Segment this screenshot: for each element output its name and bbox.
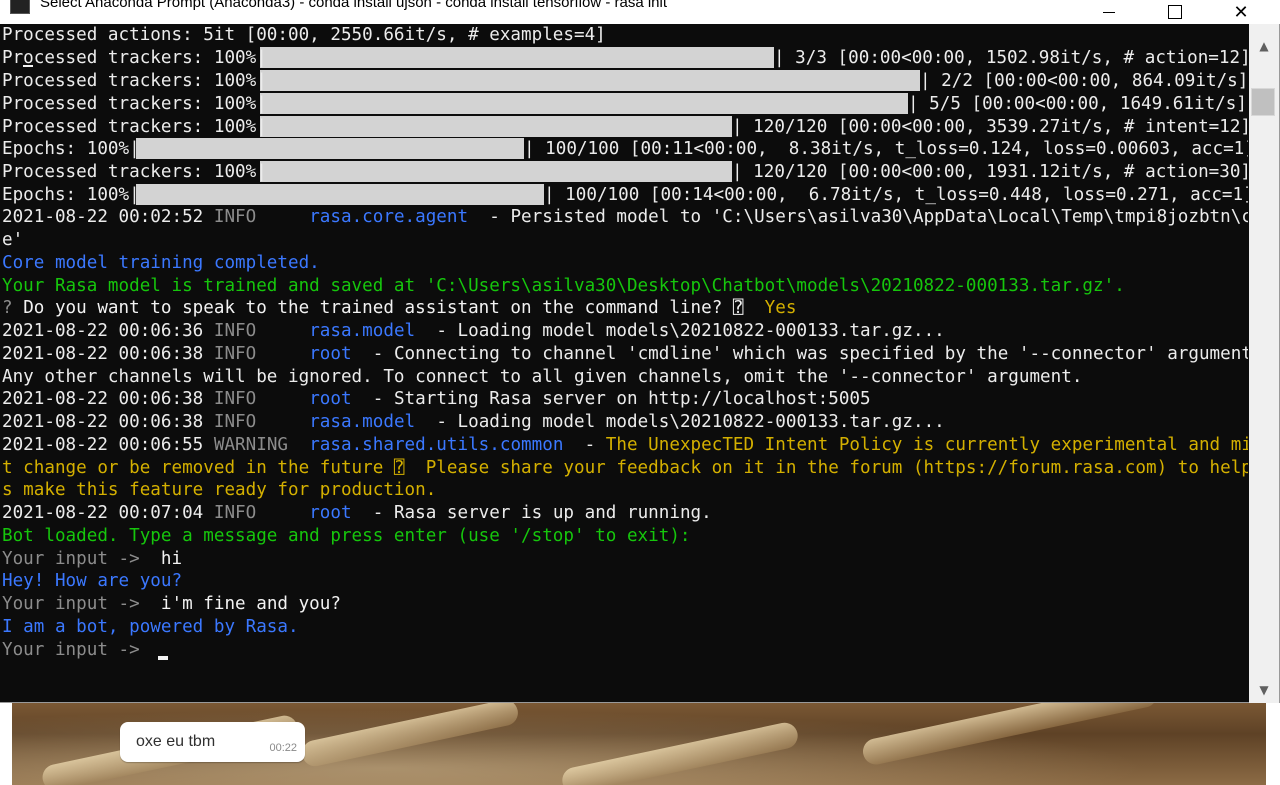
minimize-button[interactable] xyxy=(1086,0,1132,22)
user-input-line: Your input -> i'm fine and you? xyxy=(2,594,341,614)
user-input-line: Your input -> hi xyxy=(2,549,183,569)
console-line: Processed trackers: 100%| xyxy=(2,94,267,114)
console-line: Any other channels will be ignored. To c… xyxy=(2,367,1083,387)
console-line: Epochs: 100%| xyxy=(2,139,140,159)
console-line: Your Rasa model is trained and saved at … xyxy=(2,276,1125,296)
minimize-icon xyxy=(1103,11,1115,13)
console-line: | 100/100 [00:14<00:00, 6.78it/s, t_loss… xyxy=(544,185,1248,205)
console-line: Epochs: 100%| xyxy=(2,185,140,205)
console-line: | 5/5 [00:00<00:00, 1649.61it/s] xyxy=(908,94,1247,114)
console-line: e' xyxy=(2,230,24,250)
log-line: 2021-08-22 00:07:04 INFO root - Rasa ser… xyxy=(2,503,712,523)
desktop-edge-left xyxy=(0,700,12,785)
prompt-question: ? Do you want to speak to the trained as… xyxy=(2,298,797,318)
log-line: 2021-08-22 00:06:38 INFO rasa.model - Lo… xyxy=(2,412,945,432)
scrollbar-thumb[interactable] xyxy=(1251,88,1275,116)
anaconda-prompt-window[interactable]: Select Anaconda Prompt (Anaconda3) - con… xyxy=(0,0,1280,703)
window-title: Select Anaconda Prompt (Anaconda3) - con… xyxy=(40,0,668,11)
console-line: | 3/3 [00:00<00:00, 1502.98it/s, # actio… xyxy=(774,48,1248,68)
warning-line: t change or be removed in the future ⍰ P… xyxy=(2,458,1248,478)
bot-response-line: Hey! How are you? xyxy=(2,571,183,591)
progress-bar xyxy=(260,161,732,182)
log-line: 2021-08-22 00:02:52 INFO rasa.core.agent… xyxy=(2,207,1248,227)
vertical-scrollbar[interactable]: ▲ ▼ xyxy=(1249,24,1279,703)
chat-message-text: oxe eu tbm xyxy=(136,733,216,750)
warning-line: 2021-08-22 00:06:55 WARNING rasa.shared.… xyxy=(2,435,1248,455)
progress-bar xyxy=(260,93,908,114)
log-line: 2021-08-22 00:06:36 INFO rasa.model - Lo… xyxy=(2,321,945,341)
log-line: 2021-08-22 00:06:38 INFO root - Connecti… xyxy=(2,344,1248,364)
console-line: Processed trackers: 100%| xyxy=(2,162,267,182)
text-cursor xyxy=(158,656,168,660)
console-line: | 120/120 [00:00<00:00, 3539.27it/s, # i… xyxy=(732,117,1248,137)
console-line: | 100/100 [00:11<00:00, 8.38it/s, t_loss… xyxy=(524,139,1248,159)
bot-response-line: I am a bot, powered by Rasa. xyxy=(2,617,299,637)
close-icon: ✕ xyxy=(1233,1,1249,23)
console-line: | 120/120 [00:00<00:00, 1931.12it/s, # a… xyxy=(732,162,1248,182)
chat-bubble[interactable]: oxe eu tbm 00:22 xyxy=(120,722,305,762)
user-input-line[interactable]: Your input -> xyxy=(2,639,161,661)
progress-bar xyxy=(260,47,774,68)
scroll-down-icon[interactable]: ▼ xyxy=(1249,680,1279,700)
console-line: Core model training completed. xyxy=(2,253,320,273)
scroll-up-icon[interactable]: ▲ xyxy=(1249,36,1279,56)
progress-bar xyxy=(260,116,732,137)
warning-line: s make this feature ready for production… xyxy=(2,480,437,500)
console-line: Processed trackers: 100%| xyxy=(2,48,267,68)
console-line: Bot loaded. Type a message and press ent… xyxy=(2,526,691,546)
progress-bar xyxy=(136,138,524,159)
progress-bar xyxy=(260,70,920,91)
console-output[interactable]: Processed actions: 5it [00:00, 2550.66it… xyxy=(2,24,1248,700)
maximize-button[interactable] xyxy=(1152,0,1198,22)
chat-message-time: 00:22 xyxy=(269,742,297,754)
console-line: | 2/2 [00:00<00:00, 864.09it/s] xyxy=(920,71,1248,91)
close-button[interactable]: ✕ xyxy=(1218,0,1264,23)
title-bar[interactable]: Select Anaconda Prompt (Anaconda3) - con… xyxy=(0,0,1280,24)
maximize-icon xyxy=(1168,5,1182,19)
text-cursor xyxy=(23,65,33,67)
console-line: Processed actions: 5it [00:00, 2550.66it… xyxy=(2,25,606,45)
console-app-icon xyxy=(10,0,30,14)
console-line: Processed trackers: 100%| xyxy=(2,117,267,137)
desktop-edge-right xyxy=(1266,700,1280,785)
log-line: 2021-08-22 00:06:38 INFO root - Starting… xyxy=(2,389,871,409)
console-line: Processed trackers: 100%| xyxy=(2,71,267,91)
progress-bar xyxy=(136,184,544,205)
